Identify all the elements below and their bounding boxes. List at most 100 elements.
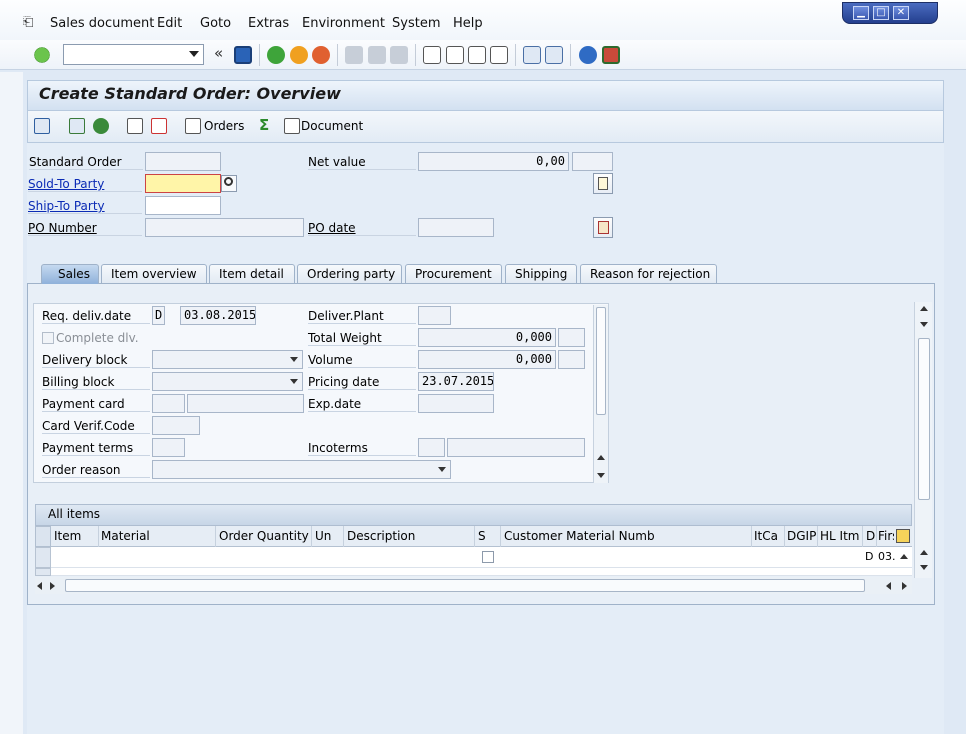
scroll-down-icon[interactable] [597,473,605,478]
table-settings-icon[interactable] [896,529,910,543]
tab-sales[interactable]: Sales [41,264,99,284]
chevron-down-icon[interactable] [189,51,199,57]
next-page-icon[interactable] [468,46,486,64]
exp-date-field[interactable] [418,394,494,413]
create-with-reference-icon[interactable] [34,118,50,134]
orders-list-icon[interactable] [185,118,201,134]
header-details-icon[interactable] [69,118,85,134]
find-next-icon[interactable] [390,46,408,64]
display-doc-flow-icon[interactable] [127,118,143,134]
row-selector[interactable] [35,547,51,568]
orders-button[interactable]: Orders [204,119,244,133]
col-hl-itm[interactable]: HL Itm [820,529,859,543]
document-structure-icon[interactable] [284,118,300,134]
ship-to-party-input[interactable] [145,196,221,215]
sales-panel-scrollbar[interactable] [593,305,608,483]
command-field[interactable] [63,44,204,65]
billing-block-select[interactable] [152,372,303,391]
req-deliv-date-field[interactable]: 03.08.2015 [180,306,256,325]
payment-card-type-field[interactable] [152,394,185,413]
back-arrows-icon[interactable]: « [214,44,223,62]
scroll-down-icon[interactable] [920,565,928,570]
minimize-button[interactable]: ▁ [853,6,869,20]
last-page-icon[interactable] [490,46,508,64]
col-order-quantity[interactable]: Order Quantity [219,529,309,543]
scroll-right-icon[interactable] [902,582,907,590]
po-number-input[interactable] [145,218,304,237]
menu-help[interactable]: Help [453,16,483,31]
new-session-icon[interactable] [523,46,541,64]
menu-icon[interactable]: ⎗ [23,15,33,30]
tab-item-detail[interactable]: Item detail [209,264,295,283]
incoterms-location-field[interactable] [447,438,585,457]
tab-shipping[interactable]: Shipping [505,264,577,283]
ship-to-party-link[interactable]: Ship-To Party [28,199,142,214]
scroll-up-icon[interactable] [920,550,928,555]
col-d[interactable]: D [866,529,875,543]
status-checkbox[interactable] [482,551,494,563]
col-s[interactable]: S [478,529,486,543]
scroll-right-icon[interactable] [50,582,55,590]
deliver-plant-field[interactable] [418,306,451,325]
col-customer-material[interactable]: Customer Material Numb [504,529,655,543]
col-material[interactable]: Material [101,529,150,543]
col-first-date[interactable]: Firs [878,529,894,543]
complete-dlv-checkbox[interactable] [42,332,54,344]
shortcut-icon[interactable] [545,46,563,64]
menu-extras[interactable]: Extras [248,16,289,31]
cancel-icon[interactable] [312,46,330,64]
tab-item-overview[interactable]: Item overview [101,264,207,283]
payment-card-number-field[interactable] [187,394,304,413]
tab-body-scrollbar[interactable] [914,302,932,578]
menu-goto[interactable]: Goto [200,16,231,31]
req-deliv-type-field[interactable]: D [152,306,165,325]
maximize-button[interactable]: □ [873,6,889,20]
scroll-up-icon[interactable] [900,554,908,559]
menu-edit[interactable]: Edit [157,16,182,31]
help-icon[interactable] [579,46,597,64]
menu-system[interactable]: System [392,16,440,31]
card-verif-code-field[interactable] [152,416,200,435]
business-partner-icon[interactable] [93,118,109,134]
col-un[interactable]: Un [315,529,331,543]
find-icon[interactable] [368,46,386,64]
scroll-left-icon[interactable] [886,582,891,590]
search-help-button[interactable] [221,175,237,192]
menu-environment[interactable]: Environment [302,16,385,31]
scroll-up-icon[interactable] [597,455,605,460]
col-itca[interactable]: ItCa [754,529,778,543]
document-button[interactable]: Document [301,119,363,133]
delivery-block-select[interactable] [152,350,303,369]
menu-sales-document[interactable]: Sales document [50,16,154,31]
back-icon[interactable] [267,46,285,64]
pricing-date-field[interactable]: 23.07.2015 [418,372,494,391]
customize-layout-icon[interactable] [602,46,620,64]
payment-terms-field[interactable] [152,438,185,457]
reject-icon[interactable] [151,118,167,134]
print-icon[interactable] [345,46,363,64]
table-row[interactable] [51,568,912,576]
exit-icon[interactable] [290,46,308,64]
tab-reason-for-rejection[interactable]: Reason for rejection [580,264,717,283]
scrollbar-thumb[interactable] [918,338,930,500]
close-button[interactable]: ✕ [893,6,909,20]
tab-ordering-party[interactable]: Ordering party [297,264,402,283]
tab-procurement[interactable]: Procurement [405,264,502,283]
row-selector[interactable] [35,568,51,576]
pricing-conditions-button[interactable] [593,217,613,238]
col-description[interactable]: Description [347,529,415,543]
incoterms-field[interactable] [418,438,445,457]
sold-to-party-link[interactable]: Sold-To Party [28,177,142,192]
save-icon[interactable] [234,46,252,64]
previous-page-icon[interactable] [446,46,464,64]
order-reason-select[interactable] [152,460,451,479]
sold-to-party-input[interactable] [145,174,221,193]
col-item[interactable]: Item [54,529,81,543]
select-all-button[interactable] [35,526,51,547]
sum-icon[interactable]: Σ [259,116,269,134]
notes-button[interactable] [593,173,613,194]
enter-icon[interactable] [33,46,51,64]
po-date-input[interactable] [418,218,494,237]
col-dgip[interactable]: DGIP [787,529,816,543]
scroll-down-icon[interactable] [920,322,928,327]
